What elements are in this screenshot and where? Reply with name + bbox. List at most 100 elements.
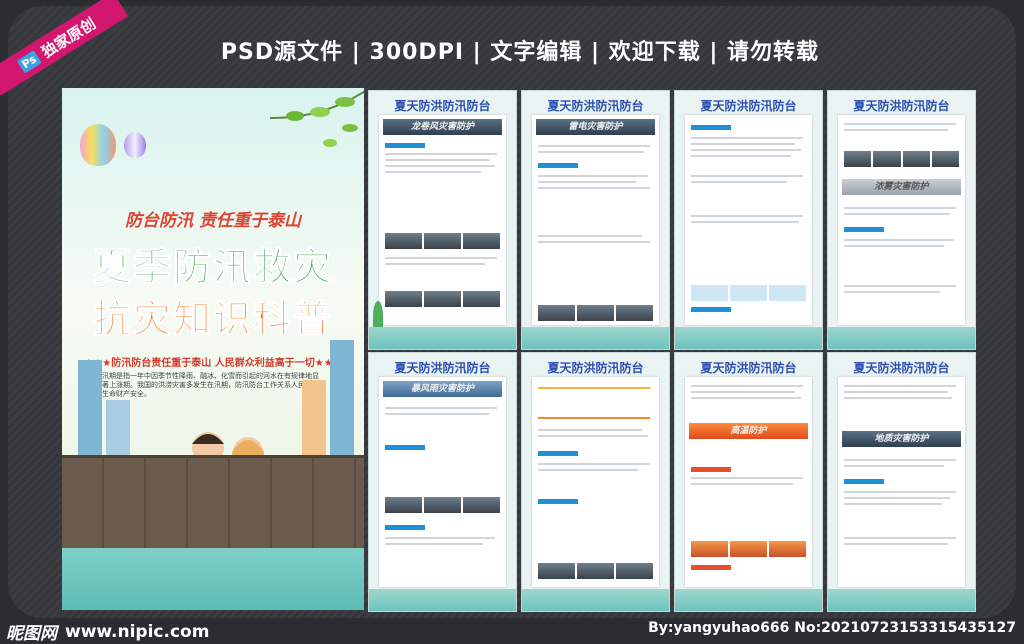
text-line [385,407,497,409]
panel-geological: 夏天防洪防汛防台 地质灾害防护 [827,352,976,612]
photoshop-icon: Ps [16,49,42,74]
leaves-icon [269,90,364,147]
text-line [844,239,954,241]
section-header [538,499,578,504]
photo-strip [385,497,500,513]
panel-banner: 龙卷风灾害防护 [383,119,502,135]
panel-water [369,589,516,611]
photo-strip [691,541,806,557]
text-line [844,245,944,247]
panel-water [828,327,975,349]
panel-heavy-rain: 夏天防洪防汛防台 [674,90,823,350]
panel-title: 夏天防洪防汛防台 [853,99,950,113]
panel-card: 暴风雨灾害防护 [379,377,506,587]
panel-water [522,327,669,349]
text-line [385,543,483,545]
text-line [844,537,956,539]
text-line [844,285,956,287]
text-line [844,291,940,293]
photo-strip [538,563,653,579]
photo-strip [385,233,500,249]
panel-banner: 高温防护 [689,423,808,439]
text-line [385,537,495,539]
text-line [538,181,636,183]
text-line [385,165,495,167]
text-line [844,491,956,493]
text-line [844,123,956,125]
section-header [385,525,425,530]
section-header [538,451,578,456]
text-line [538,145,650,147]
poster-slogan-top: 防台防汛 责任重于泰山 [125,211,301,231]
text-line [844,465,944,467]
poster-title-line1: 夏季防汛救灾 [92,245,333,290]
text-line [385,159,489,161]
text-line [691,155,791,157]
panel-warning-signals: 夏天防洪防汛防台 [521,352,670,612]
site-url: www.nipic.com [65,621,210,642]
panel-title: 夏天防洪防汛防台 [700,99,797,113]
panel-card [685,115,812,325]
text-line [385,171,481,173]
panel-water [828,589,975,611]
text-line [844,497,950,499]
poster-intro-text: 汛期是指一年中因季节性降雨、融冰、化雪而引起的河水在有规律地显著上涨期。我国的洪… [102,372,319,398]
text-line [385,257,497,259]
panel-title: 夏天防洪防汛防台 [394,99,491,113]
text-line [538,241,650,243]
text-line [844,397,952,399]
cartoon-strip [691,285,806,301]
site-watermark: 昵图网 www.nipic.com [6,619,209,644]
text-line [538,187,650,189]
section-header [691,125,731,130]
text-line [385,413,489,415]
text-line [538,463,650,465]
photo-strip [844,151,959,167]
building-icon [330,340,354,470]
site-logo: 昵图网 [6,624,57,644]
text-line [844,385,956,387]
text-line [844,207,956,209]
poster-slogan-bottom: ★★★防汛防台责任重于泰山 人民群众利益高于一切★★★ [84,358,342,369]
text-line [538,151,644,153]
text-line [691,483,793,485]
panel-title: 夏天防洪防汛防台 [700,361,797,375]
panel-banner: 浓雾灾害防护 [842,179,961,195]
panel-storm: 夏天防洪防汛防台 暴风雨灾害防护 [368,352,517,612]
panel-lightning: 夏天防洪防汛防台 雷电灾害防护 [521,90,670,350]
panel-title: 夏天防洪防汛防台 [394,361,491,375]
text-line [538,175,648,177]
panel-banner: 雷电灾害防护 [536,119,655,135]
panel-title: 夏天防洪防汛防台 [547,99,644,113]
panel-water [675,589,822,611]
text-line [691,149,801,151]
text-line [691,397,801,399]
panel-banner: 暴风雨灾害防护 [383,381,502,397]
sandbag-wall [62,455,364,548]
panel-title: 夏天防洪防汛防台 [547,361,644,375]
text-line [844,213,950,215]
panel-card [532,377,659,587]
text-line [844,459,956,461]
hot-air-balloon-icon [80,124,116,166]
text-line [844,543,948,545]
section-header [844,479,884,484]
warning-row [538,387,650,389]
panel-card: 雷电灾害防护 [532,115,659,325]
panel-heat: 夏天防洪防汛防台 高温防护 [674,352,823,612]
text-line [385,263,485,265]
text-line [691,391,795,393]
warning-row [538,417,650,419]
panel-water [522,589,669,611]
section-header [538,163,578,168]
panel-card: 浓雾灾害防护 [838,115,965,325]
panel-water [369,327,516,349]
text-line [538,435,648,437]
panel-card: 高温防护 [685,377,812,587]
text-line [691,137,803,139]
text-line [385,153,497,155]
section-header [385,445,425,450]
text-line [691,221,799,223]
panel-water [675,327,822,349]
flood-water [62,548,364,610]
